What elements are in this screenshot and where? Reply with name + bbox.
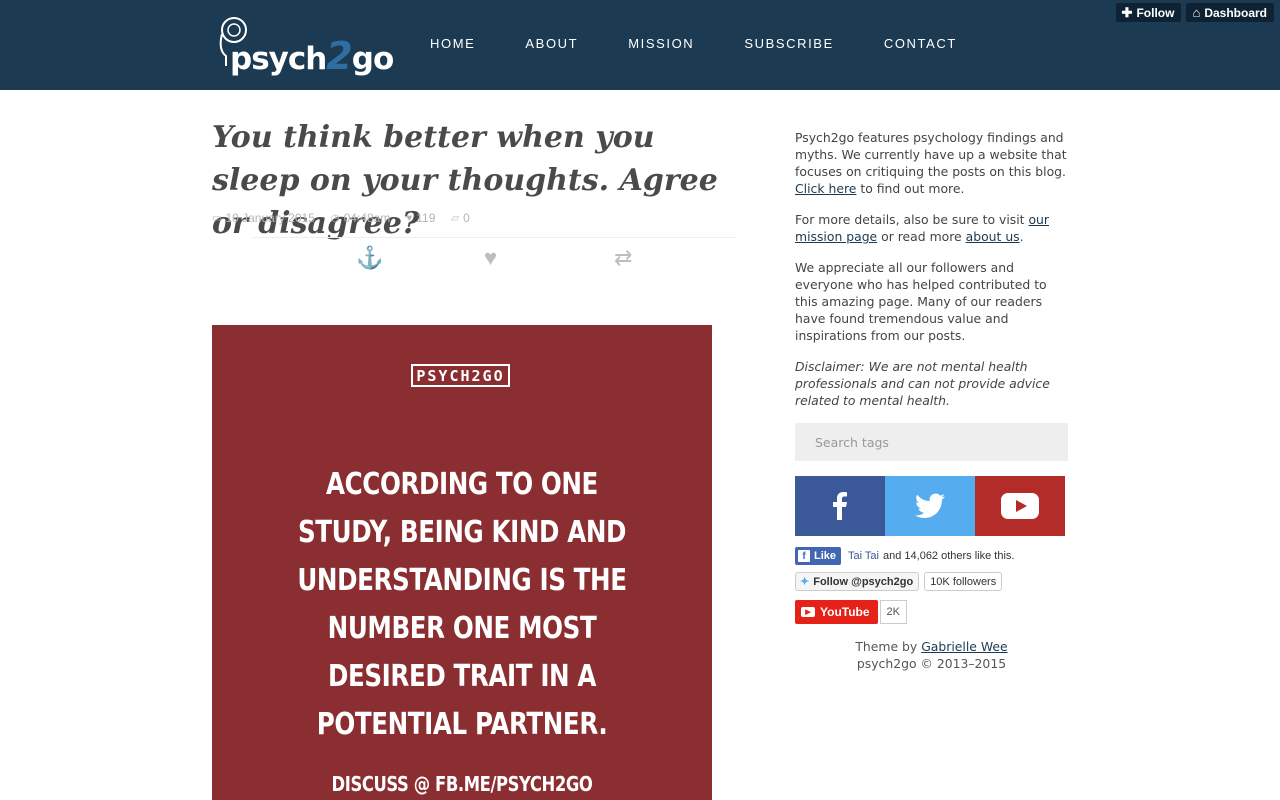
logo-two: 2 [326, 34, 352, 78]
fb-like-count-text: and 14,062 others like this. [883, 550, 1015, 562]
copyright: psych2go © 2013–2015 [856, 656, 1007, 671]
search-tags-input[interactable] [795, 423, 1068, 461]
youtube-icon [1001, 493, 1039, 519]
post-comments[interactable]: ▱ 0 [451, 211, 469, 225]
post-date-text: 10 January 2015 [225, 211, 315, 225]
main-nav: HOME ABOUT MISSION SUBSCRIBE CONTACT [430, 36, 1007, 51]
yt-label: YouTube [820, 605, 870, 619]
sidebar-footer: Theme by Gabrielle Wee psych2go © 2013–2… [795, 638, 1068, 672]
theme-author-link[interactable]: Gabrielle Wee [921, 639, 1007, 654]
post-time[interactable]: ◷ 04:48am [331, 211, 390, 225]
sidebar-details-end: . [1019, 229, 1024, 244]
home-icon: ⌂ [1192, 5, 1201, 20]
logo-go: go [351, 41, 394, 77]
youtube-subscribe-widget: ▶ YouTube 2K [795, 600, 908, 624]
theme-credit: Theme by Gabrielle Wee [795, 638, 1068, 655]
nav-contact[interactable]: CONTACT [884, 36, 957, 51]
twitter-small-icon: ✦ [800, 576, 810, 588]
facebook-like-widget: f Like Tai Tai and 14,062 others like thi… [795, 547, 1014, 565]
youtube-small-icon: ▶ [801, 607, 815, 617]
comment-icon: ▱ [451, 212, 460, 224]
sidebar-intro: Psych2go features psychology findings an… [795, 129, 1068, 197]
sidebar-details: For more details, also be sure to visit … [795, 211, 1068, 245]
plus-icon: ✚ [1121, 4, 1133, 20]
twitter-follow-button[interactable]: ✦ Follow @psych2go [795, 572, 920, 591]
site-logo[interactable]: psych2go [212, 10, 394, 80]
nav-subscribe[interactable]: SUBSCRIBE [744, 36, 834, 51]
twitter-follower-count: 10K followers [924, 572, 1003, 591]
sidebar-details-text: For more details, also be sure to visit [795, 212, 1029, 227]
post-title: You think better when you sleep on your … [212, 120, 718, 241]
twitter-follow-widget: ✦ Follow @psych2go 10K followers [795, 572, 1003, 591]
post-image[interactable]: PSYCH2GO According to one study, being k… [212, 325, 712, 800]
calendar-icon: ▭ [212, 212, 222, 224]
tw-follow-label: Follow @psych2go [813, 575, 914, 588]
permalink-anchor-icon[interactable]: ⚓ [356, 245, 383, 271]
click-here-link[interactable]: Click here [795, 181, 856, 196]
image-quote: According to one study, being kind and u… [297, 467, 627, 742]
clock-icon: ◷ [330, 212, 340, 224]
fb-like-label: Like [814, 550, 837, 562]
post-actions: ⚓ ♥ ⇄ [212, 245, 737, 275]
theme-prefix: Theme by [855, 639, 922, 654]
youtube-button[interactable] [975, 476, 1065, 536]
facebook-icon [833, 492, 847, 520]
nav-home[interactable]: HOME [430, 36, 475, 51]
dashboard-label: Dashboard [1204, 5, 1267, 20]
sidebar: Psych2go features psychology findings an… [795, 129, 1068, 423]
post-date[interactable]: ▭ 10 January 2015 [212, 211, 315, 225]
follow-label: Follow [1136, 5, 1175, 20]
sidebar-disclaimer: Disclaimer: We are not mental health pro… [795, 359, 1050, 408]
facebook-like-button[interactable]: f Like [795, 547, 842, 565]
about-us-link[interactable]: about us [966, 229, 1020, 244]
sidebar-intro-after: to find out more. [856, 181, 965, 196]
twitter-button[interactable] [885, 476, 975, 536]
image-badge: PSYCH2GO [411, 364, 510, 387]
nav-about[interactable]: ABOUT [525, 36, 578, 51]
social-links [795, 476, 1065, 536]
image-discuss: DISCUSS @ FB.ME/PSYCH2GO [331, 772, 593, 796]
nav-mission[interactable]: MISSION [628, 36, 694, 51]
site-header: psych2go HOME ABOUT MISSION SUBSCRIBE CO… [0, 0, 1280, 90]
sidebar-appreciation: We appreciate all our followers and ever… [795, 260, 1047, 343]
heart-icon: ♥ [406, 212, 413, 224]
post-meta: ▭ 10 January 2015 ◷ 04:48am ♥ 119 ▱ 0 [212, 211, 486, 225]
youtube-subscribe-button[interactable]: ▶ YouTube [795, 600, 878, 624]
reblog-icon[interactable]: ⇄ [614, 245, 632, 271]
post-divider [252, 237, 736, 238]
facebook-small-icon: f [798, 550, 810, 562]
post-likes-count: 119 [416, 211, 436, 225]
post-likes[interactable]: ♥ 119 [406, 211, 435, 225]
post-time-text: 04:48am [343, 211, 391, 225]
tumblr-controls: ✚ Follow ⌂ Dashboard [1115, 3, 1274, 22]
logo-psych: psych [230, 41, 327, 77]
sidebar-intro-text: Psych2go features psychology findings an… [795, 130, 1067, 179]
logo-text: psych2go [230, 34, 394, 78]
youtube-subscriber-count: 2K [879, 600, 908, 624]
fb-friend-name[interactable]: Tai Tai [848, 550, 879, 562]
dashboard-button[interactable]: ⌂ Dashboard [1186, 3, 1274, 22]
sidebar-details-mid: or read more [877, 229, 966, 244]
facebook-button[interactable] [795, 476, 885, 536]
like-heart-icon[interactable]: ♥ [484, 245, 497, 271]
twitter-icon [915, 493, 945, 518]
follow-button[interactable]: ✚ Follow [1115, 3, 1182, 22]
post-comments-count: 0 [463, 211, 470, 225]
